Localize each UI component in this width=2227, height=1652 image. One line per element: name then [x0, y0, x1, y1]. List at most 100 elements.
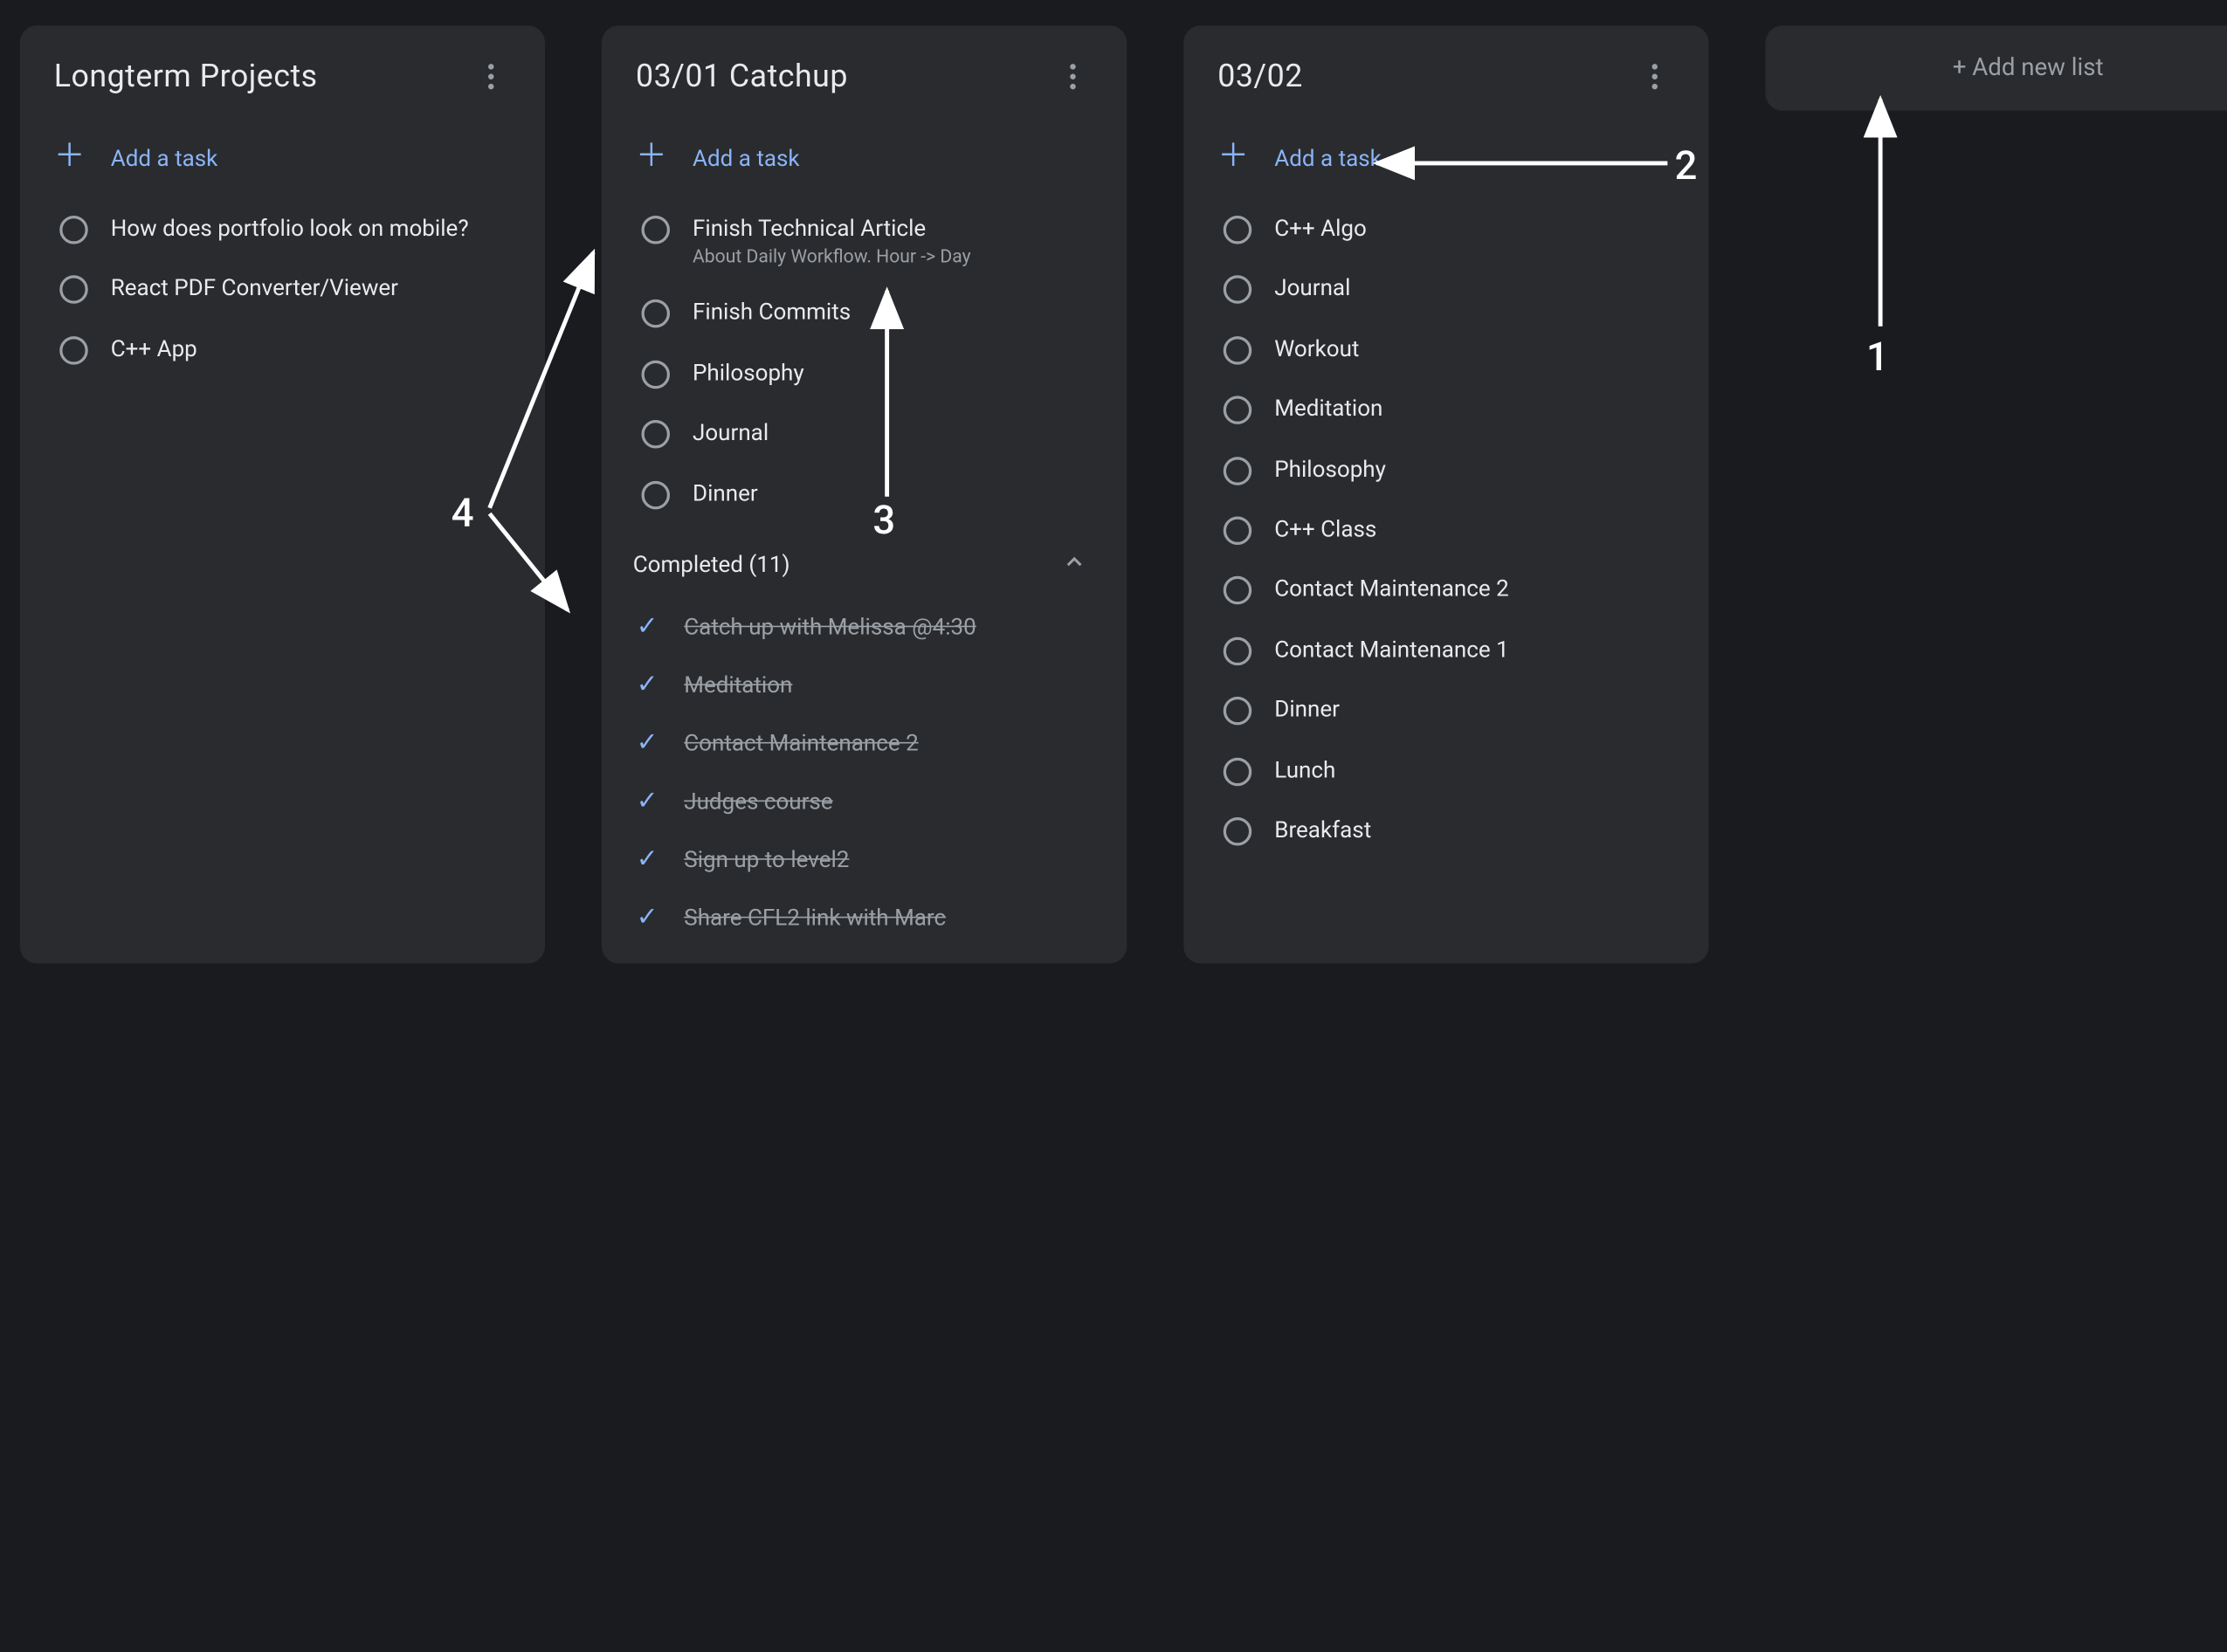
add-task-button[interactable]: ＋ Add a task: [20, 122, 545, 199]
completed-label: Completed (11): [633, 551, 790, 578]
completed-text: Judges course: [684, 788, 832, 815]
task-list-longterm: Longterm Projects ＋ Add a task How does …: [20, 25, 545, 963]
task-text: Finish Technical Article: [693, 213, 971, 244]
task-checkbox[interactable]: [1224, 576, 1252, 605]
completed-text: Contact Maintenance 2: [684, 729, 918, 756]
list-title: Longterm Projects: [54, 59, 318, 94]
completed-task-item[interactable]: ✓ Share CFL2 link with Marc: [633, 888, 1116, 946]
completed-task-item[interactable]: ✓ Judges course: [633, 772, 1116, 830]
task-checkbox[interactable]: [59, 216, 88, 244]
kebab-icon: [1070, 64, 1076, 89]
task-item[interactable]: Breakfast: [1215, 800, 1698, 860]
list-header: 03/01 Catchup: [602, 25, 1127, 122]
list-menu-button[interactable]: [1630, 52, 1681, 103]
task-item[interactable]: Lunch: [1215, 740, 1698, 800]
task-text: Dinner: [693, 478, 758, 509]
completed-task-item[interactable]: ✓ Contact Maintenance 2: [633, 713, 1116, 772]
task-item[interactable]: Journal: [633, 403, 1116, 464]
task-checkbox[interactable]: [1224, 396, 1252, 425]
add-task-button[interactable]: ＋ Add a task: [1183, 122, 1708, 199]
plus-icon: ＋: [1217, 142, 1249, 174]
task-item[interactable]: C++ Algo: [1215, 199, 1698, 259]
completed-text: Sign up to level2: [684, 845, 849, 872]
task-board: Longterm Projects ＋ Add a task How does …: [0, 0, 2227, 989]
task-checkbox[interactable]: [1224, 336, 1252, 365]
task-checkbox[interactable]: [1224, 516, 1252, 545]
completed-task-item[interactable]: ✓ Meditation: [633, 656, 1116, 714]
task-item[interactable]: Journal: [1215, 258, 1698, 319]
list-title: 03/02: [1217, 59, 1303, 94]
list-menu-button[interactable]: [465, 52, 517, 103]
task-checkbox[interactable]: [1224, 457, 1252, 485]
list-title: 03/01 Catchup: [636, 59, 848, 94]
task-list-0302: 03/02 ＋ Add a task C++ Algo Journal Work…: [1183, 25, 1708, 963]
task-text: Breakfast: [1274, 815, 1371, 846]
completed-text: Share CFL2 link with Marc: [684, 904, 946, 931]
check-icon: ✓: [633, 611, 662, 641]
task-checkbox[interactable]: [642, 216, 671, 244]
task-item[interactable]: Finish Commits: [633, 283, 1116, 343]
chevron-up-icon: [1062, 549, 1087, 581]
list-menu-button[interactable]: [1047, 52, 1099, 103]
add-list-label: + Add new list: [1953, 54, 2104, 83]
task-item[interactable]: React PDF Converter/Viewer: [52, 258, 534, 319]
add-task-button[interactable]: ＋ Add a task: [602, 122, 1127, 199]
task-item[interactable]: Contact Maintenance 1: [1215, 620, 1698, 680]
completed-task-item[interactable]: ✓ Catch up with Melissa @4:30: [633, 597, 1116, 656]
task-checkbox[interactable]: [642, 420, 671, 449]
task-container: How does portfolio look on mobile? React…: [20, 199, 545, 380]
task-item[interactable]: C++ App: [52, 319, 534, 379]
task-text: C++ Algo: [1274, 213, 1367, 244]
check-icon: ✓: [633, 786, 662, 816]
task-item[interactable]: Philosophy: [633, 343, 1116, 403]
task-item[interactable]: C++ Class: [1215, 499, 1698, 560]
add-task-label: Add a task: [693, 144, 800, 171]
task-checkbox[interactable]: [1224, 276, 1252, 305]
task-text: Finish Commits: [693, 297, 851, 328]
task-text: Contact Maintenance 1: [1274, 634, 1508, 665]
task-checkbox[interactable]: [1224, 817, 1252, 846]
completed-text: Meditation: [684, 671, 792, 699]
task-checkbox[interactable]: [1224, 697, 1252, 726]
completed-task-item[interactable]: ✓ Sign up to level2: [633, 830, 1116, 889]
task-checkbox[interactable]: [642, 480, 671, 509]
completed-text: Catch up with Melissa @4:30: [684, 613, 976, 640]
task-item[interactable]: Workout: [1215, 319, 1698, 379]
task-text: React PDF Converter/Viewer: [111, 273, 398, 305]
task-text: Lunch: [1274, 754, 1335, 786]
task-item[interactable]: Finish Technical Article About Daily Wor…: [633, 199, 1116, 284]
task-subtitle: About Daily Workflow. Hour -> Day: [693, 247, 971, 268]
kebab-icon: [1652, 64, 1658, 89]
task-checkbox[interactable]: [1224, 216, 1252, 244]
task-checkbox[interactable]: [642, 300, 671, 329]
task-item[interactable]: Philosophy: [1215, 439, 1698, 499]
add-task-label: Add a task: [1274, 144, 1382, 171]
task-checkbox[interactable]: [642, 360, 671, 389]
task-text: Contact Maintenance 2: [1274, 574, 1508, 605]
task-text: C++ App: [111, 334, 197, 365]
task-text: C++ Class: [1274, 513, 1376, 545]
task-item[interactable]: How does portfolio look on mobile?: [52, 199, 534, 259]
kebab-icon: [488, 64, 494, 89]
plus-icon: ＋: [54, 142, 86, 174]
list-header: 03/02: [1183, 25, 1708, 122]
task-text: Meditation: [1274, 393, 1382, 424]
add-task-label: Add a task: [111, 144, 218, 171]
task-checkbox[interactable]: [1224, 757, 1252, 786]
task-item[interactable]: Dinner: [1215, 680, 1698, 740]
task-text: Workout: [1274, 334, 1359, 365]
list-header: Longterm Projects: [20, 25, 545, 122]
add-list-button[interactable]: + Add new list: [1766, 25, 2227, 111]
task-list-catchup: 03/01 Catchup ＋ Add a task Finish Techni…: [602, 25, 1127, 963]
check-icon: ✓: [633, 728, 662, 758]
task-item[interactable]: Meditation: [1215, 379, 1698, 439]
task-item[interactable]: Dinner: [633, 464, 1116, 524]
completed-toggle[interactable]: Completed (11): [633, 524, 1116, 598]
task-text: Dinner: [1274, 694, 1340, 726]
task-container: Finish Technical Article About Daily Wor…: [602, 199, 1127, 946]
task-checkbox[interactable]: [59, 276, 88, 305]
task-checkbox[interactable]: [59, 336, 88, 365]
task-checkbox[interactable]: [1224, 637, 1252, 665]
task-item[interactable]: Contact Maintenance 2: [1215, 560, 1698, 620]
task-container: C++ Algo Journal Workout Meditation Phil…: [1183, 199, 1708, 861]
